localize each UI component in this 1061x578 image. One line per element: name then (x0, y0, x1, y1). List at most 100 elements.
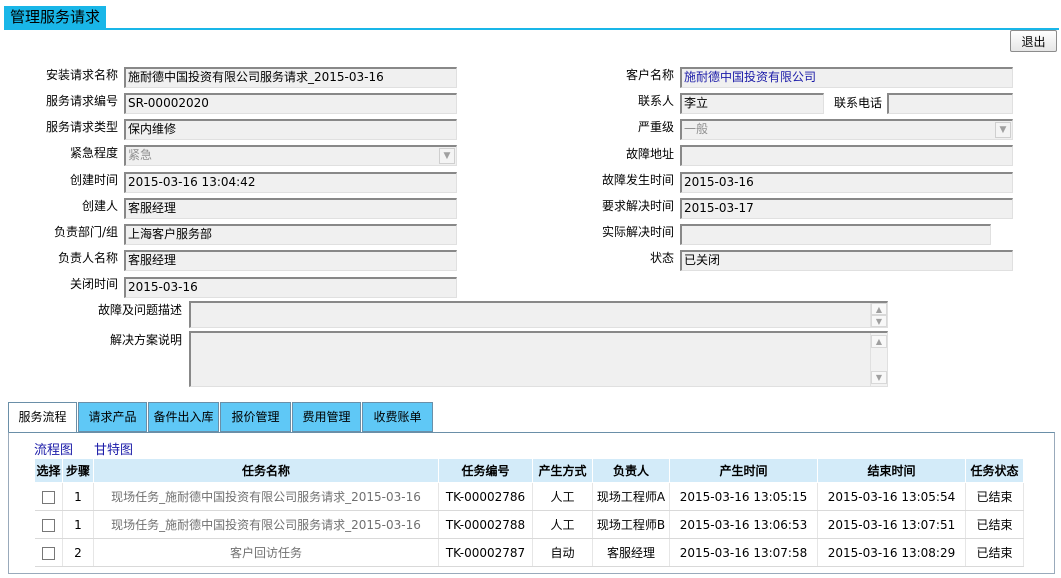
created-time-cell: 2015-03-16 13:06:53 (669, 510, 818, 539)
fault-description-label: 故障及问题描述 (97, 303, 182, 317)
task-number-cell: TK-00002788 (438, 510, 533, 539)
owner-cell: 现场工程师B (592, 510, 670, 539)
table-row[interactable]: 1 现场任务_施耐德中国投资有限公司服务请求_2015-03-16 TK-000… (34, 510, 1024, 539)
severity-value: 一般 (684, 122, 709, 136)
created-time-cell: 2015-03-16 13:07:58 (669, 538, 818, 567)
fault-address-label: 故障地址 (625, 147, 674, 161)
row-checkbox[interactable] (41, 546, 55, 560)
end-time-cell: 2015-03-16 13:05:54 (817, 482, 966, 511)
tab-cost-management[interactable]: 费用管理 (292, 402, 361, 432)
fault-address-field[interactable] (680, 145, 1013, 166)
owner-cell: 现场工程师A (592, 482, 670, 511)
contact-label: 联系人 (637, 94, 674, 108)
tab-service-flow[interactable]: 服务流程 (8, 402, 77, 433)
origin-cell: 人工 (532, 482, 593, 511)
phone-label: 联系电话 (833, 96, 882, 110)
owner-name-label: 负责人名称 (57, 251, 118, 265)
row-select-cell (34, 538, 63, 567)
status-label: 状态 (649, 251, 674, 265)
tab-billing[interactable]: 收费账单 (362, 402, 433, 432)
col-step: 步骤 (62, 458, 94, 483)
urgency-value: 紧急 (128, 148, 153, 162)
close-time-label: 关闭时间 (69, 277, 118, 291)
scroll-up-icon[interactable]: ▲ (871, 335, 887, 348)
task-status-cell: 已结束 (965, 510, 1024, 539)
solution-textarea[interactable]: ▲ ▼ (189, 331, 888, 387)
actual-time-label: 实际解决时间 (601, 225, 674, 239)
end-time-cell: 2015-03-16 13:07:51 (817, 510, 966, 539)
tab-quote-management[interactable]: 报价管理 (220, 402, 291, 432)
department-label: 负责部门/组 (53, 225, 118, 239)
severity-label: 严重级 (637, 120, 674, 134)
row-checkbox[interactable] (41, 518, 55, 532)
tab-parts-inout[interactable]: 备件出入库 (148, 402, 219, 432)
owner-name-field[interactable]: 客服经理 (124, 250, 457, 271)
task-number-cell: TK-00002787 (438, 538, 533, 567)
col-origin: 产生方式 (532, 458, 593, 483)
chevron-down-icon[interactable]: ▼ (439, 148, 455, 164)
fault-time-label: 故障发生时间 (601, 173, 674, 187)
row-select-cell (34, 482, 63, 511)
origin-cell: 自动 (532, 538, 593, 567)
created-time-field[interactable]: 2015-03-16 13:04:42 (124, 172, 457, 193)
col-owner: 负责人 (592, 458, 670, 483)
gantt-link[interactable]: 甘特图 (94, 439, 133, 458)
status-field[interactable]: 已关闭 (680, 250, 1013, 271)
service-request-type-field[interactable]: 保内维修 (124, 119, 457, 140)
scroll-down-icon[interactable]: ▼ (871, 371, 887, 384)
scrollbar[interactable]: ▲ ▼ (870, 333, 887, 386)
table-row[interactable]: 1 现场任务_施耐德中国投资有限公司服务请求_2015-03-16 TK-000… (34, 482, 1024, 511)
row-checkbox[interactable] (41, 490, 55, 504)
table-header-row: 选择 步骤 任务名称 任务编号 产生方式 负责人 产生时间 结束时间 任务状态 (34, 458, 1024, 483)
col-task-number: 任务编号 (438, 458, 533, 483)
install-request-name-label: 安装请求名称 (45, 68, 118, 82)
flowchart-link[interactable]: 流程图 (34, 439, 73, 458)
required-time-label: 要求解决时间 (601, 199, 674, 213)
task-status-cell: 已结束 (965, 482, 1024, 511)
fault-description-textarea[interactable]: ▲ ▼ (189, 301, 888, 328)
end-time-cell: 2015-03-16 13:08:29 (817, 538, 966, 567)
col-task-name: 任务名称 (93, 458, 439, 483)
step-cell: 1 (62, 482, 94, 511)
origin-cell: 人工 (532, 510, 593, 539)
contact-field[interactable]: 李立 (680, 93, 824, 114)
urgency-label: 紧急程度 (69, 146, 118, 160)
solution-label: 解决方案说明 (109, 333, 182, 347)
scrollbar[interactable]: ▲ ▼ (870, 303, 887, 327)
service-request-type-label: 服务请求类型 (45, 120, 118, 134)
severity-select[interactable]: 一般 ▼ (680, 119, 1013, 140)
table-row[interactable]: 2 客户回访任务 TK-00002787 自动 客服经理 2015-03-16 … (34, 538, 1024, 567)
scroll-up-icon[interactable]: ▲ (871, 303, 887, 315)
actual-time-field[interactable] (680, 224, 991, 245)
col-select: 选择 (34, 458, 63, 483)
task-name-cell[interactable]: 现场任务_施耐德中国投资有限公司服务请求_2015-03-16 (93, 510, 439, 539)
chevron-down-icon[interactable]: ▼ (995, 122, 1011, 138)
task-status-cell: 已结束 (965, 538, 1024, 567)
tab-request-products[interactable]: 请求产品 (78, 402, 147, 432)
customer-name-field[interactable]: 施耐德中国投资有限公司 (680, 67, 1013, 88)
phone-field[interactable] (887, 93, 1013, 114)
col-end-time: 结束时间 (817, 458, 966, 483)
required-time-field[interactable]: 2015-03-17 (680, 198, 1013, 219)
urgency-select[interactable]: 紧急 ▼ (124, 145, 457, 166)
step-cell: 2 (62, 538, 94, 567)
department-field[interactable]: 上海客户服务部 (124, 224, 457, 245)
fault-time-field[interactable]: 2015-03-16 (680, 172, 1013, 193)
page-title: 管理服务请求 (4, 6, 107, 28)
row-select-cell (34, 510, 63, 539)
scroll-down-icon[interactable]: ▼ (871, 315, 887, 327)
created-time-label: 创建时间 (69, 173, 118, 187)
task-name-cell[interactable]: 客户回访任务 (93, 538, 439, 567)
creator-label: 创建人 (81, 199, 118, 213)
task-name-cell[interactable]: 现场任务_施耐德中国投资有限公司服务请求_2015-03-16 (93, 482, 439, 511)
install-request-name-field[interactable]: 施耐德中国投资有限公司服务请求_2015-03-16 (124, 67, 457, 88)
creator-field[interactable]: 客服经理 (124, 198, 457, 219)
col-task-status: 任务状态 (965, 458, 1024, 483)
created-time-cell: 2015-03-16 13:05:15 (669, 482, 818, 511)
customer-name-label: 客户名称 (625, 68, 674, 82)
title-underline (4, 28, 1059, 30)
service-request-number-field[interactable]: SR-00002020 (124, 93, 457, 114)
close-time-field[interactable]: 2015-03-16 (124, 277, 457, 298)
exit-button[interactable]: 退出 (1010, 30, 1057, 52)
owner-cell: 客服经理 (592, 538, 670, 567)
